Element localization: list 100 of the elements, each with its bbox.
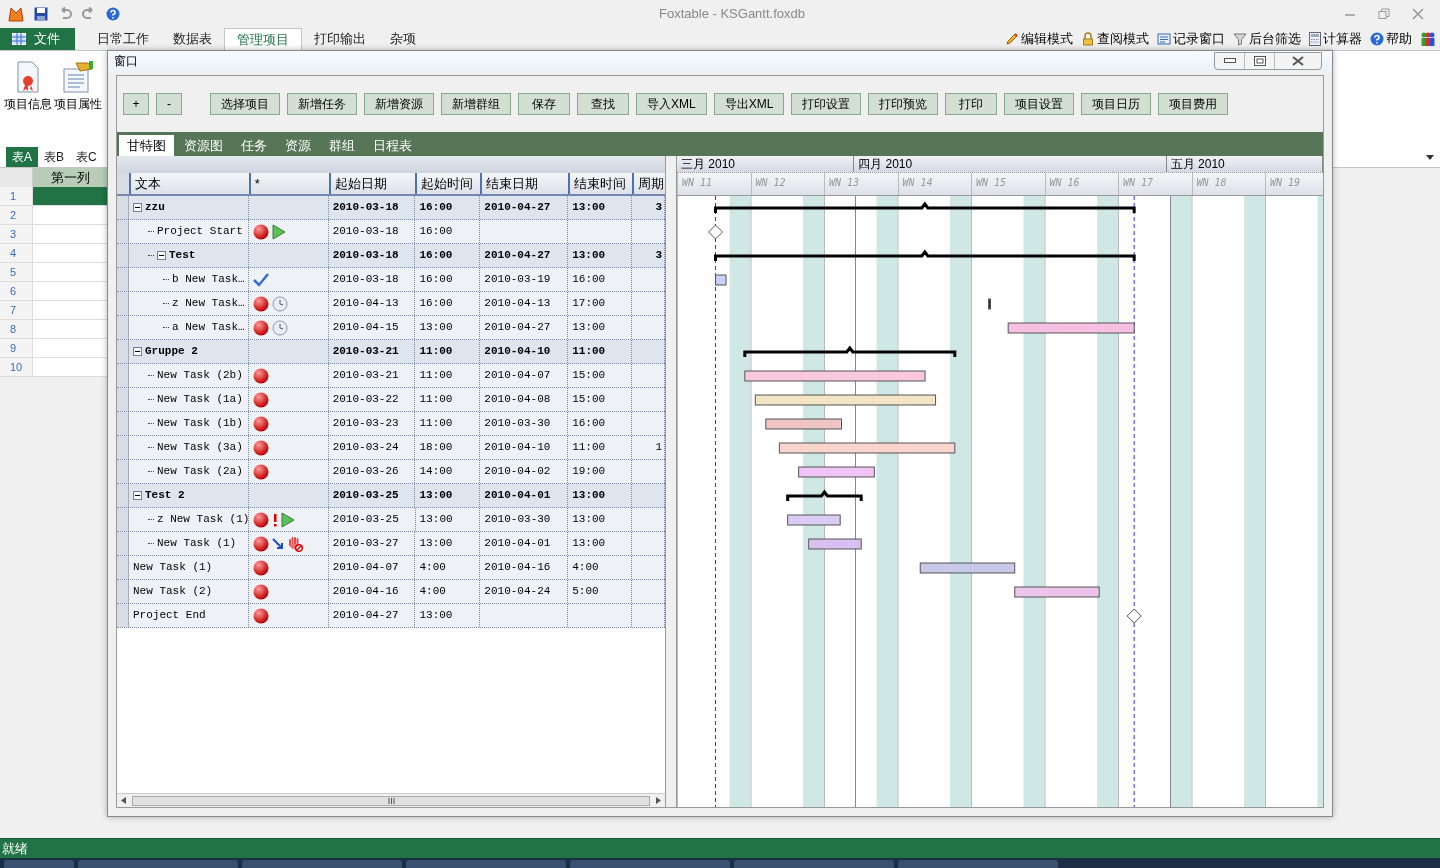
table-cell[interactable]	[33, 225, 108, 244]
row-selector[interactable]	[117, 604, 129, 627]
toolbar-button[interactable]: 保存	[518, 93, 570, 115]
table-cell[interactable]	[33, 339, 108, 358]
close-icon[interactable]	[1412, 8, 1424, 20]
table-cell[interactable]: New Task (1)	[129, 532, 249, 555]
table-cell[interactable]: New Task (1)	[129, 556, 249, 579]
mode-button[interactable]: 计算器	[1309, 29, 1362, 49]
toolbar-button[interactable]: 打印设置	[791, 93, 862, 115]
collapse-icon[interactable]	[157, 251, 166, 260]
table-cell[interactable]	[33, 358, 108, 377]
table-cell[interactable]: New Task (3a)	[129, 436, 249, 459]
row-selector[interactable]	[117, 412, 129, 435]
mode-button[interactable]: 记录窗口	[1157, 29, 1225, 49]
table-cell[interactable]: Test	[129, 244, 249, 267]
row-selector[interactable]	[117, 436, 129, 459]
toolbar-button[interactable]: 选择项目	[210, 93, 280, 115]
view-tab[interactable]: 日程表	[365, 135, 420, 156]
row-selector[interactable]	[117, 460, 129, 483]
task-bar[interactable]	[798, 466, 875, 478]
sheet-tab[interactable]: 表A	[6, 147, 38, 167]
ribbon-tab[interactable]: 杂项	[378, 28, 428, 50]
task-bar[interactable]	[778, 442, 956, 454]
table-cell[interactable]: zzu	[129, 196, 249, 219]
table-cell[interactable]	[33, 206, 108, 225]
task-bar[interactable]	[919, 562, 1016, 574]
table-cell[interactable]	[33, 263, 108, 282]
table-cell[interactable]	[33, 244, 108, 263]
table-cell[interactable]: Test 2	[129, 484, 249, 507]
row-selector[interactable]	[117, 220, 129, 243]
row-selector[interactable]	[117, 508, 129, 531]
table-cell[interactable]: New Task (1b)	[129, 412, 249, 435]
task-bar[interactable]	[1007, 322, 1135, 334]
collapse-icon[interactable]	[133, 203, 142, 212]
toolbar-button[interactable]: 项目设置	[1004, 93, 1075, 115]
mode-button[interactable]: 帮助	[1370, 29, 1412, 49]
toolbar-button[interactable]: -	[156, 93, 182, 115]
toolbar-button[interactable]: 打印预览	[868, 93, 939, 115]
table-cell[interactable]: New Task (2a)	[129, 460, 249, 483]
table-cell[interactable]: New Task (2)	[129, 580, 249, 603]
table-cell[interactable]: a New Task…	[129, 316, 249, 339]
restore-icon[interactable]	[1378, 8, 1390, 20]
table-cell[interactable]	[33, 301, 108, 320]
column-header[interactable]: 结束时间	[568, 173, 633, 194]
toolbar-button[interactable]: 项目日历	[1081, 93, 1152, 115]
users-icon[interactable]	[1420, 31, 1436, 47]
task-bar[interactable]	[787, 514, 841, 526]
toolbar-button[interactable]: 新增任务	[287, 93, 357, 115]
view-tab[interactable]: 任务	[233, 135, 275, 156]
dropdown-icon[interactable]	[1426, 155, 1434, 161]
table-cell[interactable]	[33, 282, 108, 301]
column-header[interactable]: 起始时间	[415, 173, 481, 194]
toolbar-button[interactable]: 项目费用	[1158, 93, 1229, 115]
task-bar[interactable]	[1014, 586, 1100, 598]
toolbar-button[interactable]: 打印	[945, 93, 998, 115]
ribbon-tab[interactable]: 打印输出	[302, 28, 378, 50]
view-tab[interactable]: 甘特图	[119, 135, 174, 156]
ribbon-tab[interactable]: 数据表	[161, 28, 224, 50]
task-bar[interactable]	[808, 538, 862, 550]
table-cell[interactable]	[33, 187, 108, 206]
view-tab[interactable]: 资源	[277, 135, 319, 156]
view-tab[interactable]: 资源图	[176, 135, 231, 156]
row-selector[interactable]	[117, 556, 129, 579]
table-cell[interactable]	[33, 320, 108, 339]
toolbar-button[interactable]: 新增群组	[441, 93, 511, 115]
toolbar-button[interactable]: 导出XML	[713, 93, 785, 115]
scroll-left-icon[interactable]	[121, 797, 126, 804]
toolbar-button[interactable]: 查找	[577, 93, 629, 115]
table-cell[interactable]: New Task (1a)	[129, 388, 249, 411]
scrollbar-thumb[interactable]	[132, 795, 650, 806]
table-cell[interactable]: Project Start	[129, 220, 249, 243]
sheet-tab[interactable]: 表C	[70, 147, 103, 167]
table-cell[interactable]: New Task (2b)	[129, 364, 249, 387]
ribbon-tab[interactable]: 日常工作	[85, 28, 161, 50]
toolbar-button[interactable]: 导入XML	[636, 93, 707, 115]
column-header[interactable]: 结束日期	[480, 173, 569, 194]
sheet-tab[interactable]: 表B	[38, 147, 71, 167]
row-selector[interactable]	[117, 532, 129, 555]
app-logo-icon[interactable]	[8, 6, 24, 22]
table-cell[interactable]: b New Task…	[129, 268, 249, 291]
save-icon[interactable]	[34, 7, 48, 21]
task-bar[interactable]	[754, 394, 937, 406]
row-selector[interactable]	[117, 364, 129, 387]
task-bar[interactable]	[715, 274, 727, 286]
view-tab[interactable]: 群组	[321, 135, 363, 156]
column-header[interactable]: 文本	[128, 173, 249, 194]
collapse-icon[interactable]	[133, 491, 142, 500]
toolbar-button[interactable]: 新增资源	[364, 93, 434, 115]
ribbon-tab[interactable]: 管理项目	[224, 28, 302, 50]
mode-button[interactable]: 编辑模式	[1005, 29, 1073, 49]
mode-button[interactable]: 查阅模式	[1081, 29, 1149, 49]
collapse-icon[interactable]	[133, 347, 142, 356]
file-menu-button[interactable]: 文件	[0, 28, 75, 50]
row-selector[interactable]	[117, 268, 129, 291]
mode-button[interactable]: 后台筛选	[1233, 29, 1301, 49]
scroll-right-icon[interactable]	[656, 797, 661, 804]
task-bar[interactable]	[988, 298, 991, 310]
row-selector[interactable]	[117, 244, 129, 267]
ribbon-button[interactable]: 项目信息	[4, 61, 52, 113]
column-header[interactable]: *	[248, 173, 329, 194]
